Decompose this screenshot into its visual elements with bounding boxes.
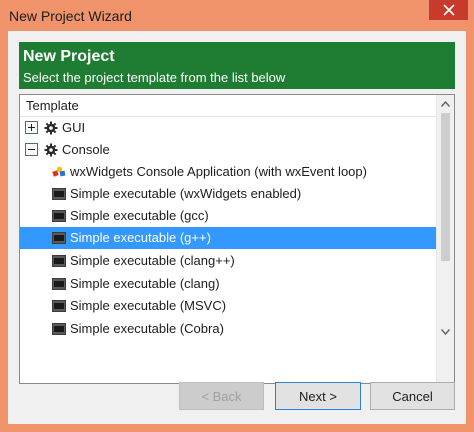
tree-item-template-selected[interactable]: Simple executable (g++) <box>20 227 436 249</box>
chevron-up-icon <box>441 100 450 107</box>
executable-icon <box>52 188 66 200</box>
window-title: New Project Wizard <box>9 8 132 24</box>
tree-item-template[interactable]: Simple executable (gcc) <box>20 205 436 227</box>
tree-item-label: GUI <box>62 120 86 135</box>
wizard-content: New Project Select the project template … <box>8 31 466 424</box>
tree-item-template[interactable]: Simple executable (Cobra) <box>20 318 436 340</box>
tree-item-label: Simple executable (clang++) <box>70 253 235 268</box>
close-button[interactable] <box>429 0 468 20</box>
next-button[interactable]: Next > <box>275 382 361 410</box>
tree-item-template[interactable]: Simple executable (clang) <box>20 273 436 295</box>
tree-item-label: Simple executable (Cobra) <box>70 321 224 336</box>
wxwidgets-icon <box>52 166 66 177</box>
page-title: New Project <box>23 48 115 65</box>
header-banner: New Project Select the project template … <box>19 42 455 89</box>
executable-icon <box>52 300 66 312</box>
scroll-down-button[interactable] <box>437 323 454 340</box>
cancel-button[interactable]: Cancel <box>370 382 455 410</box>
wizard-window: New Project Wizard New Project Select th… <box>0 0 474 432</box>
tree-item-template[interactable]: Simple executable (clang++) <box>20 250 436 272</box>
expand-icon[interactable] <box>25 121 38 134</box>
tree-item-label: Simple executable (MSVC) <box>70 298 227 313</box>
tree-item-label: Simple executable (wxWidgets enabled) <box>70 186 302 201</box>
template-tree[interactable]: Template GUI Console wxWidgets Console A… <box>19 94 455 384</box>
tree-item-label: Console <box>62 142 110 157</box>
collapse-icon[interactable] <box>25 143 38 156</box>
tree-item-template[interactable]: wxWidgets Console Application (with wxEv… <box>20 161 436 183</box>
tree-item-label: Simple executable (gcc) <box>70 208 209 223</box>
tree-item-template[interactable]: Simple executable (wxWidgets enabled) <box>20 183 436 205</box>
title-bar[interactable]: New Project Wizard <box>0 0 474 32</box>
tree-item-gui[interactable]: GUI <box>20 117 436 139</box>
executable-icon <box>52 232 66 244</box>
tree-item-label: wxWidgets Console Application (with wxEv… <box>70 164 367 179</box>
tree-item-label: Simple executable (g++) <box>70 230 211 245</box>
gear-icon <box>44 121 58 135</box>
tree-column-header[interactable]: Template <box>20 95 436 117</box>
tree-item-template[interactable]: Simple executable (MSVC) <box>20 295 436 317</box>
executable-icon <box>52 255 66 267</box>
executable-icon <box>52 323 66 335</box>
executable-icon <box>52 278 66 290</box>
gear-icon <box>44 143 58 157</box>
tree-item-console[interactable]: Console <box>20 139 436 161</box>
scroll-up-button[interactable] <box>437 95 454 112</box>
executable-icon <box>52 210 66 222</box>
scroll-thumb[interactable] <box>441 113 450 261</box>
vertical-scrollbar[interactable] <box>436 95 454 383</box>
tree-item-label: Simple executable (clang) <box>70 276 220 291</box>
page-subtitle: Select the project template from the lis… <box>23 70 286 85</box>
back-button[interactable]: < Back <box>179 382 264 410</box>
close-icon <box>442 4 455 16</box>
chevron-down-icon <box>441 328 450 335</box>
